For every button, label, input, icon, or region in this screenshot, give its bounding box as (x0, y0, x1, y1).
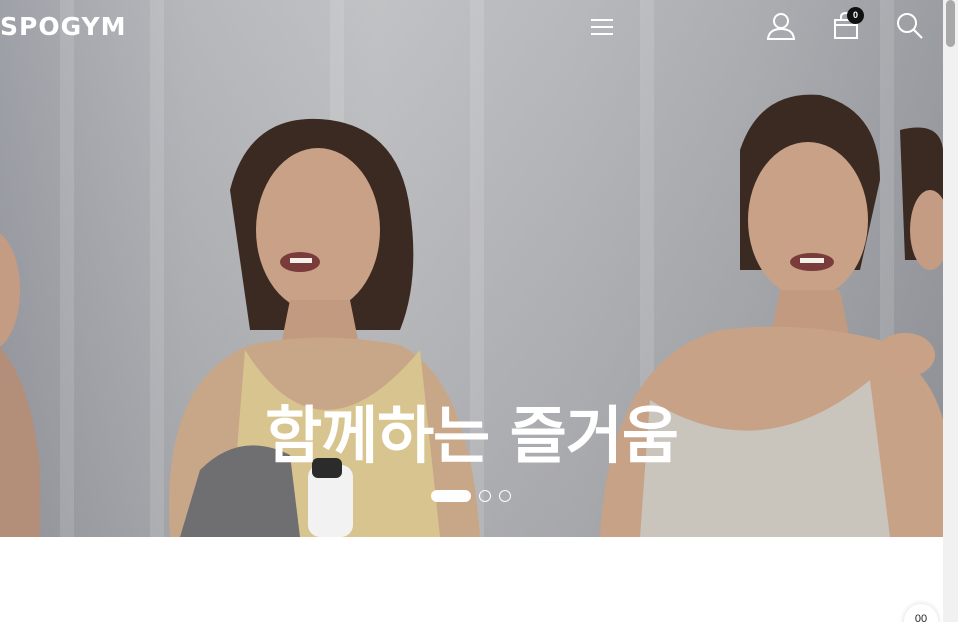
site-logo[interactable]: SPOGYM (0, 12, 127, 41)
hero-title: 함께하는 즐거움 (265, 399, 679, 472)
floating-corner-button[interactable]: 00 (904, 604, 938, 622)
slide-dot-2[interactable] (479, 490, 491, 502)
menu-icon-bar (591, 26, 613, 28)
cart-count-badge: 0 (847, 7, 864, 24)
user-icon[interactable] (766, 12, 796, 40)
menu-button[interactable] (591, 19, 613, 35)
slide-dot-1[interactable] (431, 490, 471, 502)
menu-icon-bar (591, 33, 613, 35)
menu-icon (591, 19, 613, 21)
scrollbar-thumb[interactable] (946, 0, 955, 47)
page: SPOGYM 0 함께하는 즐거움 00 (0, 0, 958, 622)
slider-pagination (431, 489, 511, 503)
slide-dot-3[interactable] (499, 490, 511, 502)
search-icon[interactable] (896, 12, 924, 40)
page-scrollbar[interactable] (943, 0, 958, 622)
